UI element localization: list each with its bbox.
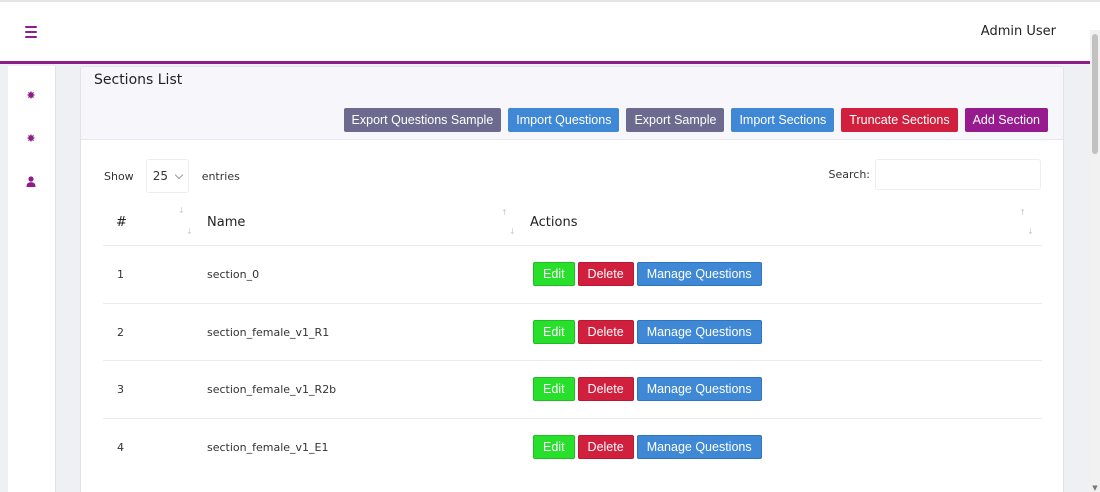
edit-button[interactable]: Edit bbox=[533, 262, 575, 286]
edit-button[interactable]: Edit bbox=[533, 377, 575, 401]
row-number: 2 bbox=[117, 325, 124, 339]
search-control: Search: bbox=[828, 159, 1041, 190]
manage-questions-button[interactable]: Manage Questions bbox=[636, 319, 762, 344]
section-name: section_0 bbox=[207, 268, 260, 281]
import-sections-button[interactable]: Import Sections bbox=[731, 108, 835, 132]
manage-questions-button[interactable]: Manage Questions bbox=[636, 377, 762, 401]
column-header-actions[interactable]: Actions bbox=[530, 215, 578, 230]
sort-icon: ↑ bbox=[501, 208, 508, 217]
user-icon[interactable] bbox=[25, 175, 37, 187]
section-name: section_female_v1_R1 bbox=[207, 325, 330, 339]
entries-label: entries bbox=[201, 169, 240, 183]
row-actions: Edit Delete Manage Questions bbox=[533, 262, 762, 286]
entries-value: 25 bbox=[152, 169, 168, 183]
section-name: section_female_v1_E1 bbox=[207, 440, 329, 454]
row-actions: Edit Delete Manage Questions bbox=[533, 377, 762, 401]
search-input[interactable] bbox=[875, 159, 1041, 190]
toolbar: Export Questions Sample Import Questions… bbox=[343, 108, 1048, 132]
edit-button[interactable]: Edit bbox=[533, 434, 575, 459]
search-label: Search: bbox=[828, 168, 871, 181]
sort-icon: ↓ bbox=[186, 227, 193, 236]
add-section-button[interactable]: Add Section bbox=[964, 108, 1048, 132]
entries-select[interactable]: 25 bbox=[145, 159, 189, 193]
manage-questions-button[interactable]: Manage Questions bbox=[636, 262, 762, 286]
export-questions-sample-button[interactable]: Export Questions Sample bbox=[343, 108, 502, 132]
sort-desc-icon: ↓ bbox=[178, 206, 185, 215]
table-row: 4 section_female_v1_E1 Edit Delete Manag… bbox=[103, 417, 1042, 476]
sections-table: # ↓ ↓ Name ↑ ↓ Actions ↑ ↓ 1 section_0 E… bbox=[103, 205, 1042, 475]
table-row: 1 section_0 Edit Delete Manage Questions bbox=[103, 245, 1042, 303]
chevron-down-icon bbox=[174, 170, 183, 179]
show-label: Show bbox=[104, 169, 134, 183]
user-menu[interactable]: Admin User bbox=[981, 24, 1056, 39]
sort-icon: ↑ bbox=[1019, 208, 1026, 217]
delete-button[interactable]: Delete bbox=[577, 377, 634, 401]
sections-card: Sections List Export Questions Sample Im… bbox=[80, 66, 1064, 492]
row-actions: Edit Delete Manage Questions bbox=[533, 319, 762, 344]
card-header: Sections List Export Questions Sample Im… bbox=[81, 67, 1063, 140]
truncate-sections-button[interactable]: Truncate Sections bbox=[841, 108, 958, 132]
table-header: # ↓ ↓ Name ↑ ↓ Actions ↑ ↓ bbox=[103, 205, 1042, 245]
entries-control: Show 25 entries bbox=[104, 159, 240, 193]
row-actions: Edit Delete Manage Questions bbox=[533, 434, 762, 459]
scrollbar-thumb[interactable] bbox=[1092, 34, 1098, 154]
column-header-number[interactable]: # bbox=[116, 215, 127, 230]
import-questions-button[interactable]: Import Questions bbox=[508, 108, 620, 132]
manage-questions-button[interactable]: Manage Questions bbox=[636, 434, 762, 459]
export-sample-button[interactable]: Export Sample bbox=[626, 108, 725, 132]
edit-button[interactable]: Edit bbox=[533, 319, 575, 344]
page-scrollbar[interactable]: ▼ bbox=[1090, 30, 1100, 492]
scroll-down-icon[interactable]: ▼ bbox=[1091, 484, 1099, 492]
hamburger-icon[interactable] bbox=[25, 26, 37, 38]
delete-button[interactable]: Delete bbox=[577, 262, 634, 286]
gear-icon[interactable]: ✸ bbox=[25, 89, 37, 101]
app-page: Admin User ✸ ✸ Sections List Export Ques… bbox=[0, 0, 1100, 492]
sort-icon: ↓ bbox=[509, 227, 516, 236]
row-number: 4 bbox=[117, 440, 124, 454]
delete-button[interactable]: Delete bbox=[577, 434, 634, 459]
gear-icon[interactable]: ✸ bbox=[25, 132, 37, 144]
section-name: section_female_v1_R2b bbox=[207, 383, 337, 396]
row-number: 3 bbox=[117, 383, 124, 396]
table-row: 3 section_female_v1_R2b Edit Delete Mana… bbox=[103, 360, 1042, 418]
sidebar: ✸ ✸ bbox=[8, 66, 56, 492]
top-header: Admin User bbox=[0, 0, 1100, 64]
column-header-name[interactable]: Name bbox=[207, 215, 245, 230]
table-row: 2 section_female_v1_R1 Edit Delete Manag… bbox=[103, 302, 1042, 361]
delete-button[interactable]: Delete bbox=[577, 319, 634, 344]
row-number: 1 bbox=[117, 268, 124, 281]
page-title: Sections List bbox=[94, 72, 183, 88]
sort-icon: ↓ bbox=[1027, 227, 1034, 236]
